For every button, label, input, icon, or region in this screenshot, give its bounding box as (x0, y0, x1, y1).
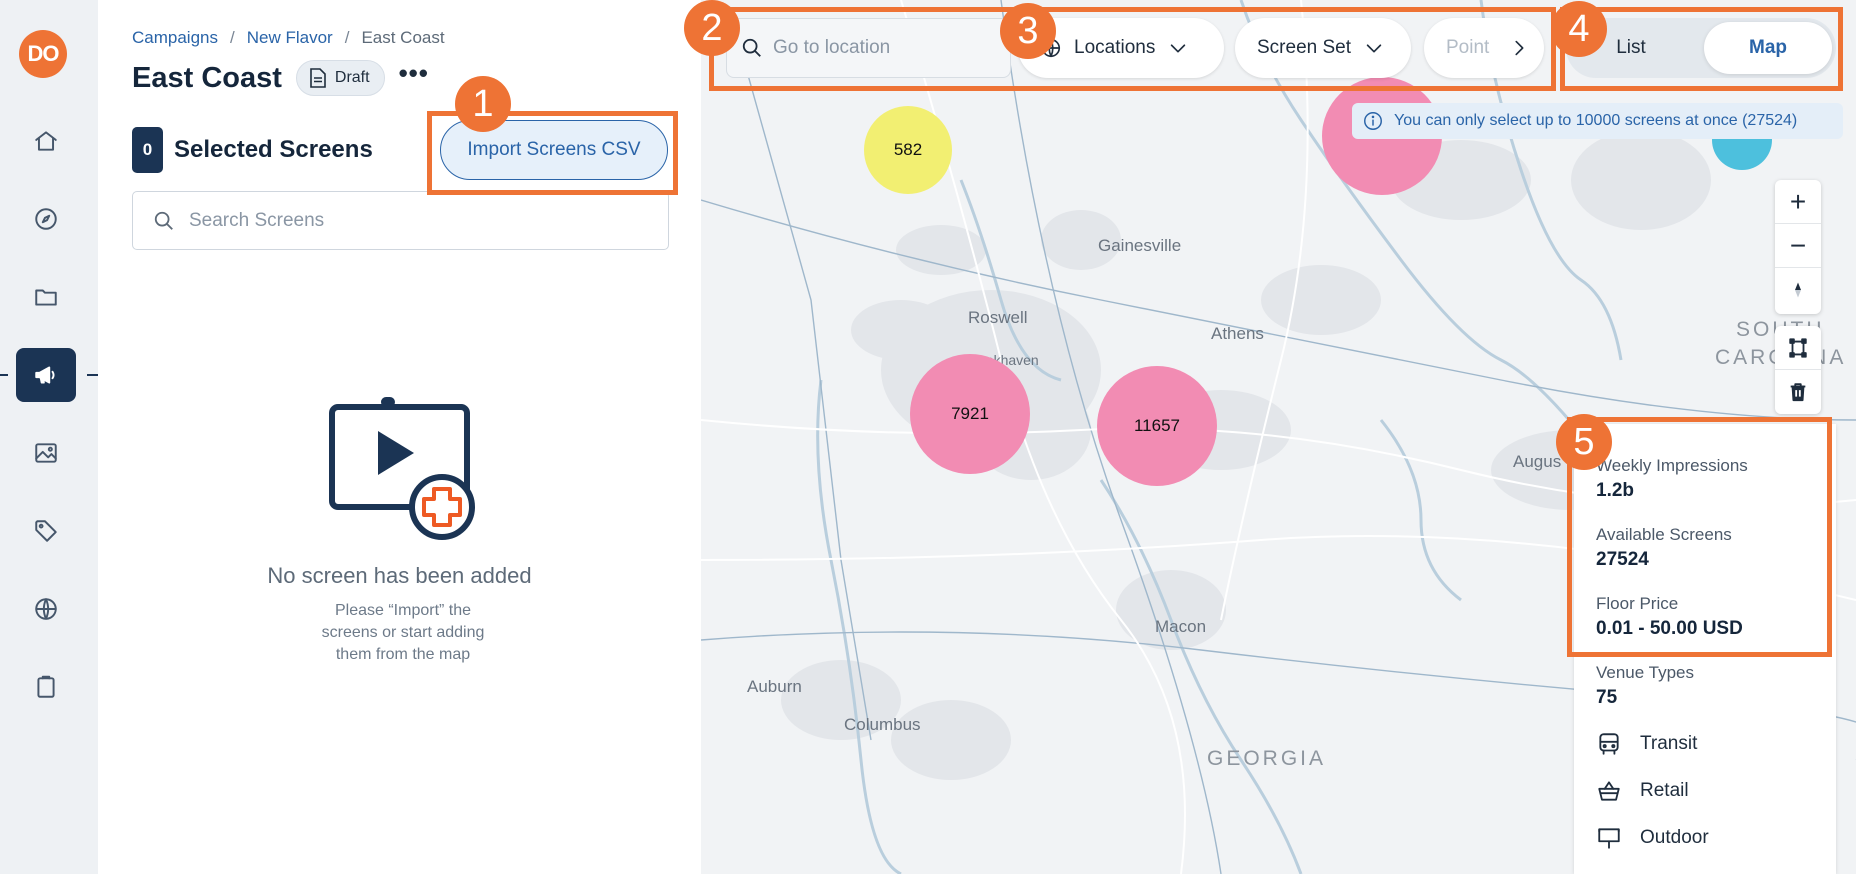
delete-shape-button[interactable] (1775, 370, 1821, 414)
chevron-down-icon (1171, 44, 1186, 53)
trash-icon (1790, 383, 1806, 402)
chevron-down-icon (1366, 44, 1382, 53)
image-icon (35, 443, 57, 463)
nav-globe[interactable] (16, 582, 76, 636)
bus-icon (1599, 733, 1619, 755)
point-filter[interactable]: Point (1424, 18, 1544, 78)
screen-set-filter[interactable]: Screen Set (1235, 18, 1411, 78)
breadcrumb-current: East Coast (361, 28, 445, 47)
available-screens-label: Available Screens (1596, 525, 1732, 544)
selected-count: 0 (132, 127, 163, 173)
nav-explore[interactable] (16, 192, 76, 246)
zoom-controls: + − (1775, 180, 1821, 314)
billboard-icon (1598, 828, 1620, 849)
selection-limit-notice: You can only select up to 10000 screens … (1352, 103, 1843, 139)
breadcrumb-campaigns[interactable]: Campaigns (132, 28, 218, 48)
screen-cluster[interactable]: 582 (864, 106, 952, 194)
callout-number: 4 (1551, 1, 1607, 57)
available-screens-value: 27524 (1596, 549, 1649, 570)
tag-icon (35, 520, 57, 542)
callout-number: 3 (1000, 3, 1056, 59)
document-icon (310, 68, 326, 88)
megaphone-icon (35, 366, 55, 384)
location-search-field[interactable] (726, 18, 1011, 78)
nav-tags[interactable] (16, 504, 76, 558)
map-label: Gainesville (1098, 236, 1182, 255)
info-icon (1364, 112, 1382, 130)
avatar[interactable]: DO (19, 30, 67, 78)
search-icon (154, 211, 173, 230)
screen-cluster[interactable]: 7921 (910, 354, 1030, 474)
compass-reset-button[interactable] (1775, 268, 1821, 312)
venue-types-value: 75 (1596, 687, 1618, 708)
page-title: East Coast (132, 61, 282, 94)
nav-media[interactable] (16, 426, 76, 480)
compass-arrow-icon (1795, 282, 1801, 298)
globe-icon (35, 598, 57, 620)
empty-screens-illustration (329, 397, 475, 540)
map-view-button[interactable]: Map (1704, 22, 1832, 74)
compass-icon (35, 208, 57, 230)
map-stats-panel: Weekly Impressions 1.2b Available Screen… (1574, 424, 1836, 874)
search-screens-field[interactable] (132, 191, 669, 250)
venue-types-label: Venue Types (1596, 663, 1694, 682)
screen-cluster[interactable]: 11657 (1097, 366, 1217, 486)
breadcrumb: Campaigns / New Flavor / East Coast (132, 28, 445, 48)
empty-state-title: No screen has been added (267, 563, 532, 588)
nav-reports[interactable] (16, 660, 76, 714)
home-icon (35, 131, 57, 151)
nav-rail: DO (0, 0, 98, 874)
floor-price-label: Floor Price (1596, 594, 1679, 613)
state-label: GEORGIA (1207, 747, 1327, 770)
search-icon (742, 38, 761, 57)
empty-state-description: Please “Import” the screens or start add… (321, 602, 485, 663)
venue-transit[interactable]: Transit (1596, 731, 1697, 757)
callout-number: 5 (1556, 414, 1612, 470)
nav-home[interactable] (16, 114, 76, 168)
status-badge: Draft (295, 60, 385, 96)
polygon-icon (1789, 337, 1807, 358)
map-label: Macon (1155, 617, 1207, 636)
zoom-in-button[interactable]: + (1775, 180, 1821, 224)
weekly-impressions-value: 1.2b (1596, 480, 1635, 501)
draw-controls (1775, 326, 1821, 414)
map-label: Auburn (747, 677, 802, 696)
weekly-impressions-label: Weekly Impressions (1596, 456, 1748, 475)
active-marker (0, 374, 8, 376)
nav-files[interactable] (16, 270, 76, 324)
draw-polygon-button[interactable] (1775, 326, 1821, 370)
breadcrumb-new-flavor[interactable]: New Flavor (247, 28, 333, 48)
folder-icon (35, 289, 57, 306)
map-label: Roswell (968, 308, 1028, 327)
active-marker (87, 374, 98, 376)
venue-outdoor[interactable]: Outdoor (1596, 825, 1709, 851)
campaign-panel: Campaigns / New Flavor / East Coast East… (98, 0, 701, 874)
map-label: Columbus (844, 715, 921, 734)
floor-price-value: 0.01 - 50.00 USD (1596, 618, 1743, 639)
location-search-input[interactable] (773, 37, 993, 59)
search-screens-input[interactable] (189, 209, 629, 232)
callout-number: 1 (455, 76, 511, 132)
nav-campaigns[interactable] (16, 348, 76, 402)
venue-retail[interactable]: Retail (1596, 778, 1689, 804)
map-label: Augus (1513, 452, 1562, 471)
more-options-button[interactable]: ••• (399, 60, 429, 86)
clipboard-icon (37, 675, 55, 698)
zoom-out-button[interactable]: − (1775, 224, 1821, 268)
map-label: Athens (1211, 324, 1264, 343)
basket-icon (1598, 781, 1620, 801)
selected-screens-label: Selected Screens (174, 136, 373, 163)
chevron-right-icon[interactable] (1508, 37, 1530, 59)
callout-number: 2 (684, 0, 740, 56)
